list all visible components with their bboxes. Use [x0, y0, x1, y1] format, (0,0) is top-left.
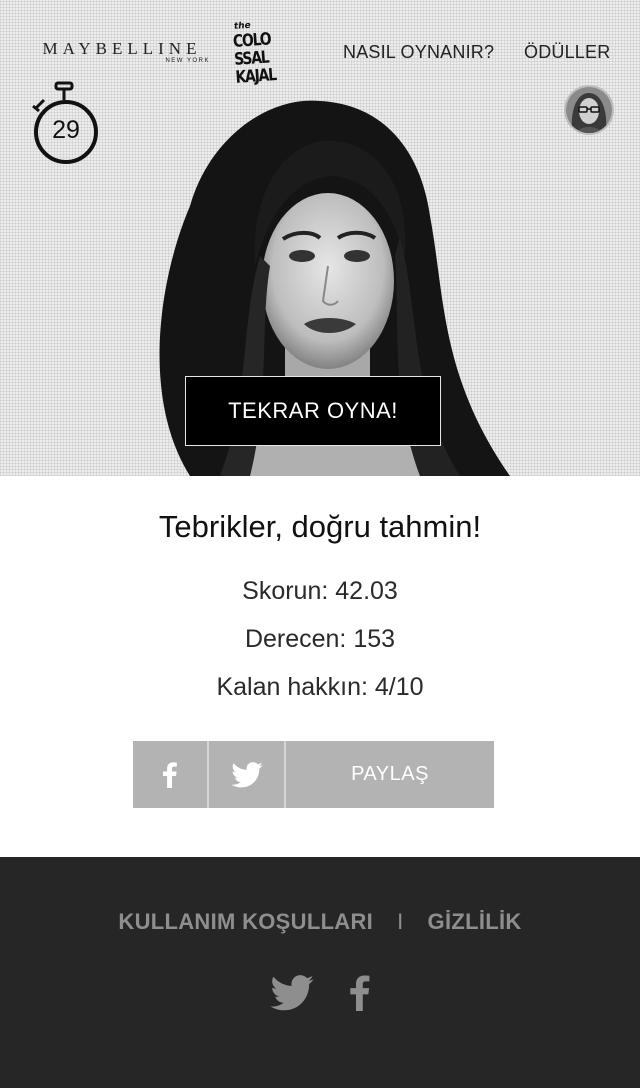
avatar-image [566, 87, 612, 133]
twitter-icon [230, 761, 263, 787]
share-twitter-button[interactable] [209, 741, 286, 808]
footer-social-links [0, 975, 640, 1011]
facebook-icon [163, 761, 177, 788]
user-avatar[interactable] [564, 85, 614, 135]
footer-twitter-link[interactable] [270, 975, 314, 1011]
timer-value: 29 [52, 116, 80, 144]
brand-name: MAYBELLINE [42, 39, 202, 58]
nav-prizes[interactable]: ÖDÜLLER [524, 42, 610, 63]
footer: KULLANIM KOŞULLARI I GİZLİLİK [0, 857, 640, 1088]
logo-line-3: KAJAL [234, 65, 277, 88]
nav-how-to-play[interactable]: NASIL OYNANIR? [343, 42, 494, 63]
brand-subtitle: NEW YORK [165, 58, 210, 64]
share-facebook-button[interactable] [133, 741, 209, 808]
twitter-icon [270, 975, 314, 1011]
footer-facebook-link[interactable] [350, 975, 370, 1011]
remaining-tries-text: Kalan hakkın: 4/10 [216, 673, 424, 701]
result-title: Tebrikler, doğru tahmin! [158, 509, 482, 544]
maybelline-logo[interactable]: MAYBELLINE NEW YORK [30, 40, 214, 64]
rank-text: Derecen: 153 [244, 625, 396, 653]
share-bar: PAYLAŞ [133, 741, 494, 808]
score-text: Skorun: 42.03 [242, 577, 398, 605]
footer-separator: I [397, 909, 404, 934]
footer-links: KULLANIM KOŞULLARI I GİZLİLİK [0, 909, 640, 935]
countdown-timer: 29 [30, 80, 100, 166]
hero-section: MAYBELLINE NEW YORK the COLO SSAL KAJAL … [0, 0, 640, 476]
share-button-label[interactable]: PAYLAŞ [286, 741, 494, 808]
facebook-icon [350, 975, 370, 1011]
privacy-link[interactable]: GİZLİLİK [428, 909, 522, 934]
replay-button[interactable]: TEKRAR OYNA! [185, 376, 441, 446]
terms-link[interactable]: KULLANIM KOŞULLARI [118, 909, 373, 934]
colossal-kajal-logo[interactable]: the COLO SSAL KAJAL [232, 18, 293, 92]
